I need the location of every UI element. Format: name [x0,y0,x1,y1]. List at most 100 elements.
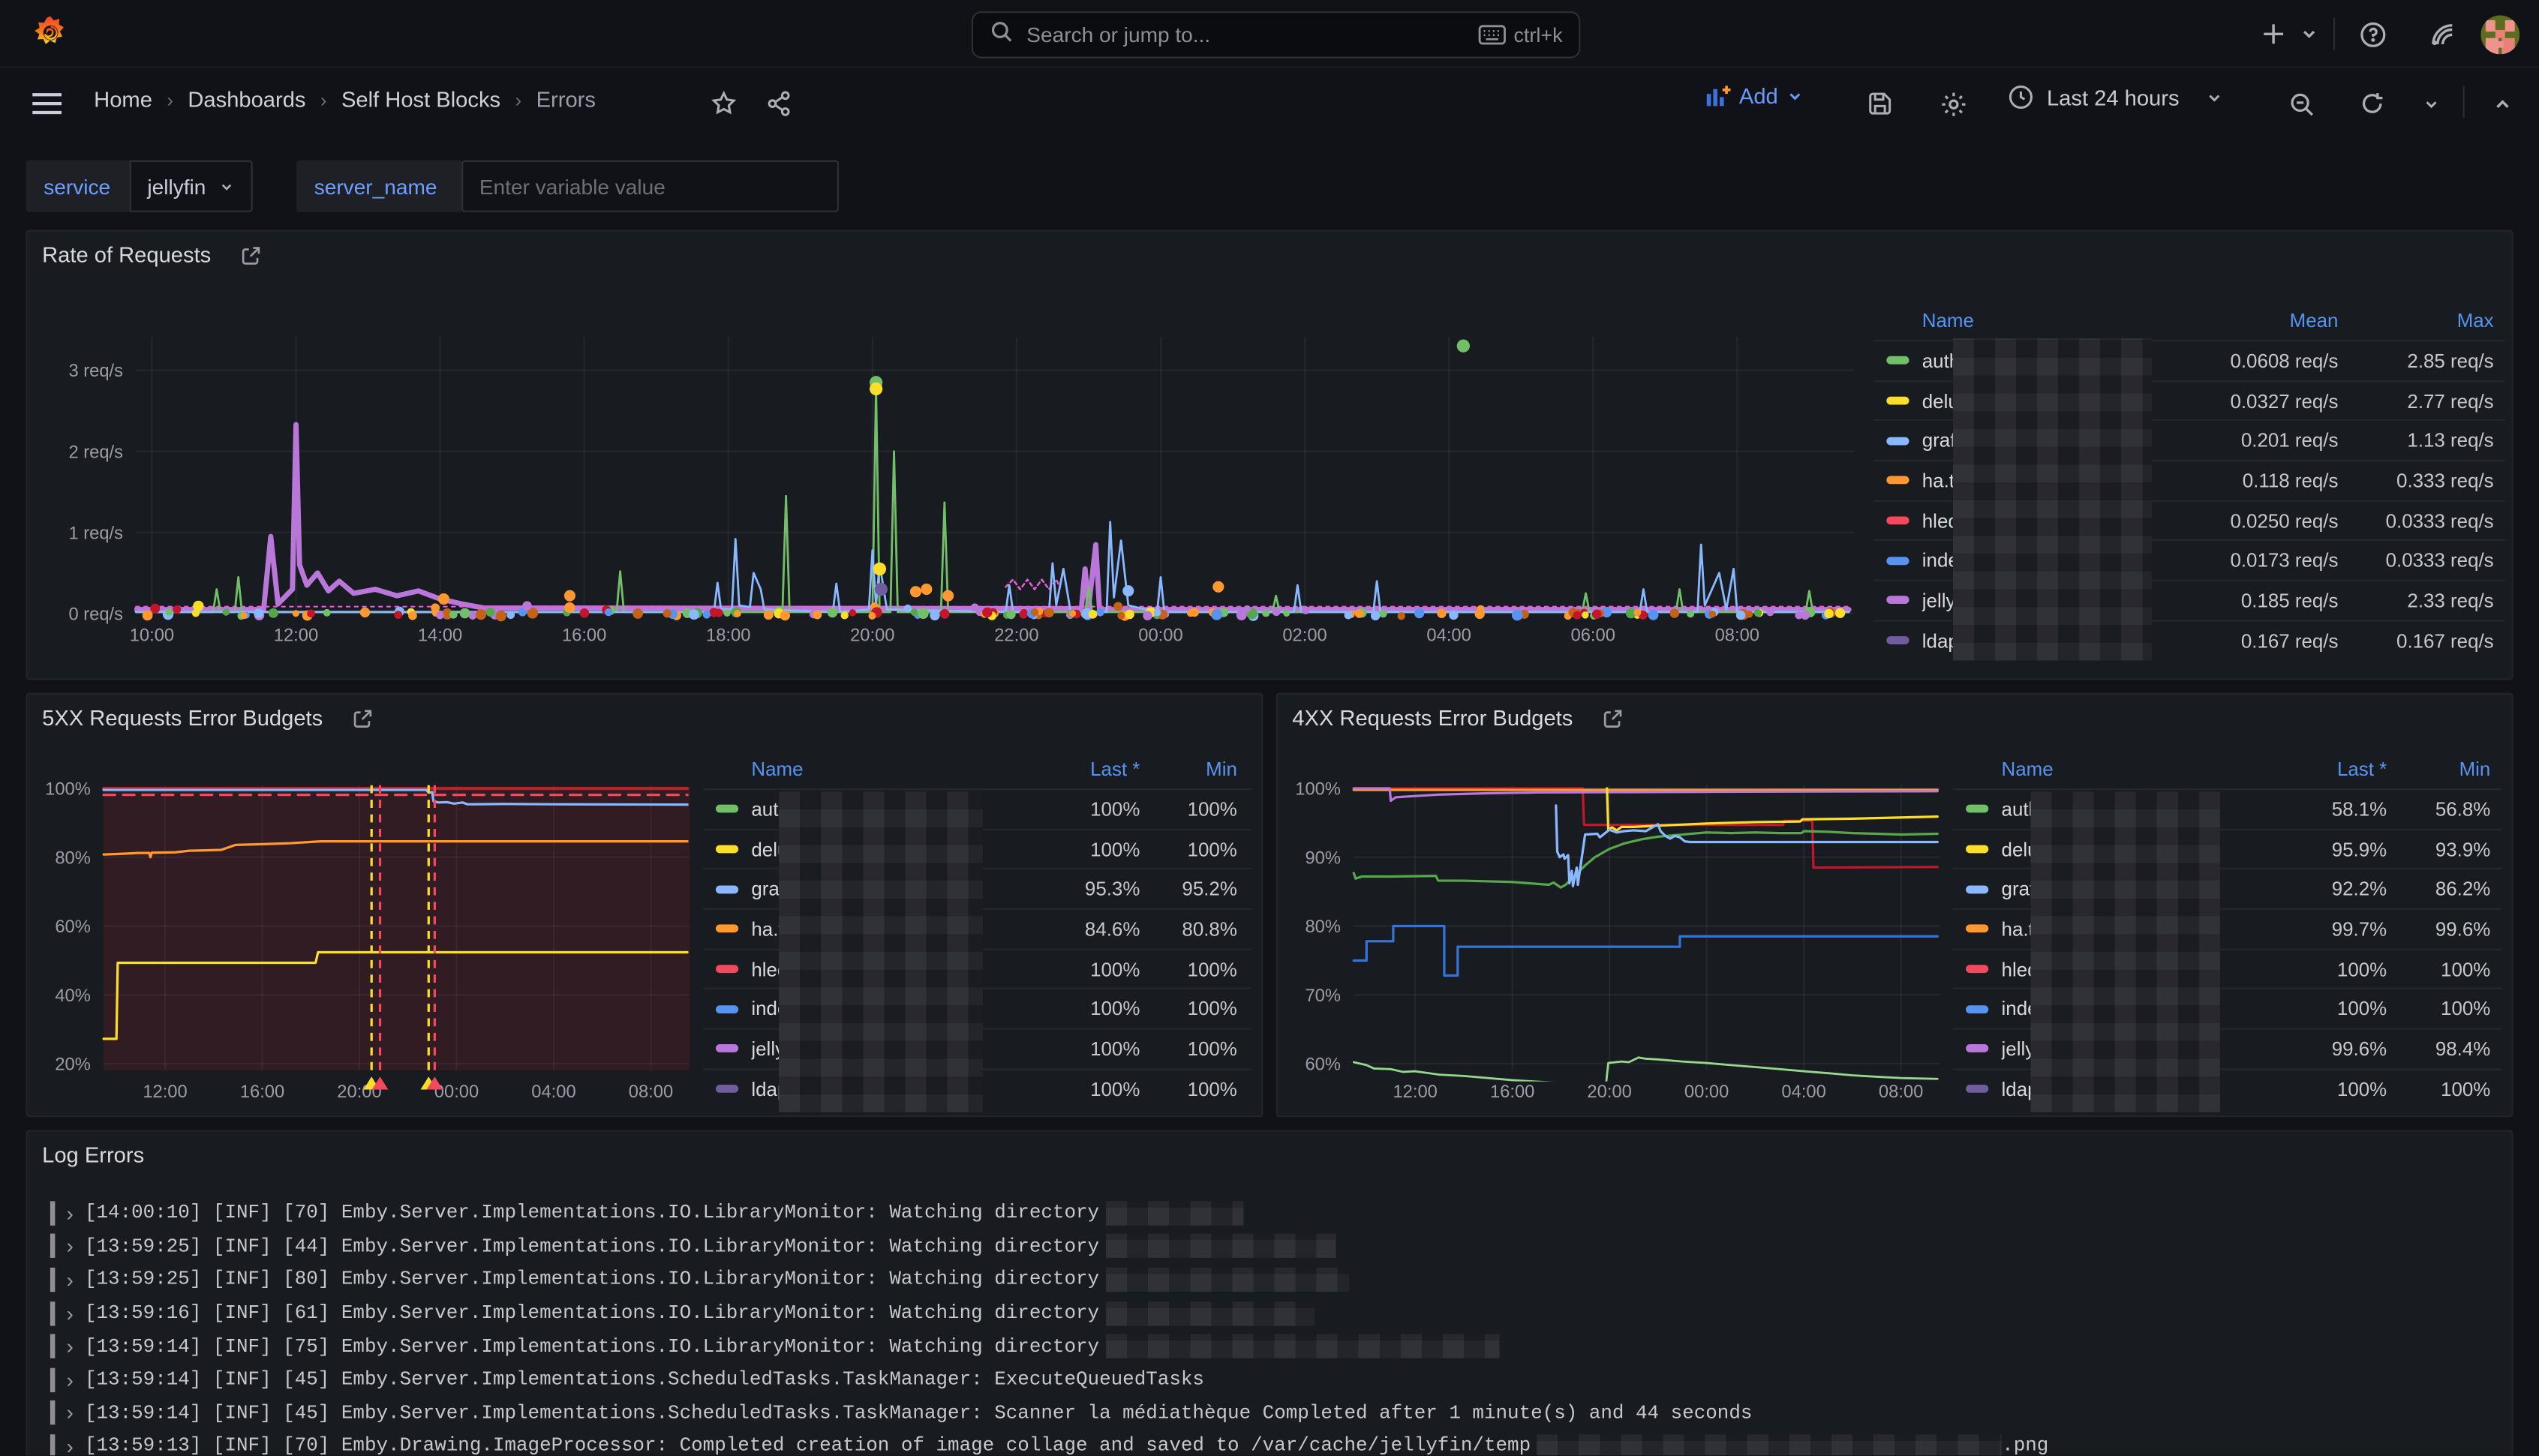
legend-col-last[interactable]: Last * [1026,758,1140,780]
series-min: 100% [2387,998,2490,1020]
settings-gear-icon[interactable] [1935,86,1970,121]
err4xx-legend-header: Name Last * Min [1953,749,2502,788]
log-row[interactable]: › [13:59:16] [INF] [61] Emby.Server.Impl… [50,1296,2495,1329]
legend-col-min[interactable]: Min [2387,758,2490,780]
series-color-pill [1966,885,1988,893]
share-icon[interactable] [761,86,796,121]
service-variable-select[interactable]: jellyfin [130,161,253,212]
series-max: 0.0333 req/s [2338,549,2493,572]
series-max: 0.0333 req/s [2338,509,2493,532]
external-link-icon[interactable] [352,707,374,729]
time-range-picker[interactable]: Last 24 hours [2008,84,2223,110]
log-rows: › [14:00:10] [INF] [70] Emby.Server.Impl… [50,1196,2495,1455]
series-max: 0.167 req/s [2338,629,2493,652]
rate-of-requests-panel: Rate of Requests 10:0012:0014:0016:0018:… [26,230,2513,680]
svg-text:2 req/s: 2 req/s [68,443,123,462]
err5xx-panel-title[interactable]: 5XX Requests Error Budgets [42,706,374,730]
log-text: [14:00:10] [INF] [70] Emby.Server.Implem… [85,1202,1099,1224]
top-nav: Search or jump to... ctrl+k [0,0,2539,68]
save-dashboard-button[interactable] [1862,86,1897,121]
svg-text:08:00: 08:00 [629,1082,673,1102]
server-name-variable-label: server_name [296,161,461,212]
log-expand-chevron-icon[interactable]: › [66,1401,73,1425]
new-button[interactable] [2254,14,2293,53]
external-link-icon[interactable] [240,244,263,266]
log-expand-chevron-icon[interactable]: › [66,1301,73,1325]
series-color-pill [716,925,738,933]
log-expand-chevron-icon[interactable]: › [66,1234,73,1258]
svg-text:3 req/s: 3 req/s [68,362,123,381]
server-name-input[interactable]: Enter variable value [461,161,839,212]
log-expand-chevron-icon[interactable]: › [66,1268,73,1292]
err4xx-chart[interactable]: 12:0016:0020:0000:0004:0008:00100%90%80%… [1291,763,1955,1115]
time-chevron-down-icon [2205,89,2223,107]
series-mean: 0.185 req/s [2189,590,2339,612]
refresh-interval-chevron-icon[interactable] [2413,86,2448,121]
series-last: 100% [1026,1037,1140,1060]
add-panel-button[interactable]: Add [1705,84,1804,108]
series-color-pill [716,1045,738,1053]
err5xx-panel: 5XX Requests Error Budgets 12:0016:0020:… [26,693,1263,1117]
menu-hamburger-icon[interactable] [29,86,65,121]
svg-text:80%: 80% [1305,917,1341,937]
svg-text:100%: 100% [1295,780,1341,800]
err5xx-chart[interactable]: 12:0016:0020:0000:0004:0008:00100%80%60%… [41,763,705,1115]
legend-col-name[interactable]: Name [2002,758,2274,780]
svg-text:00:00: 00:00 [1138,626,1182,646]
new-chevron-down-icon[interactable] [2290,14,2329,53]
series-mean: 0.0608 req/s [2189,350,2339,372]
redacted-names-overlay [2030,791,2220,1112]
rate-panel-title[interactable]: Rate of Requests [42,243,263,267]
log-expand-chevron-icon[interactable]: › [66,1201,73,1225]
log-row[interactable]: › [13:59:14] [INF] [75] Emby.Server.Impl… [50,1330,2495,1363]
log-row[interactable]: › [13:59:25] [INF] [80] Emby.Server.Impl… [50,1263,2495,1296]
log-expand-chevron-icon[interactable]: › [66,1334,73,1358]
legend-col-name[interactable]: Name [751,758,1026,780]
log-expand-chevron-icon[interactable]: › [66,1367,73,1391]
log-row[interactable]: › [13:59:25] [INF] [44] Emby.Server.Impl… [50,1229,2495,1262]
legend-col-name[interactable]: Name [1922,309,2189,332]
breadcrumb-folder[interactable]: Self Host Blocks [341,88,500,112]
svg-text:12:00: 12:00 [1393,1082,1437,1102]
log-text: [13:59:14] [INF] [45] Emby.Server.Implem… [85,1368,1204,1391]
log-redacted-segment [1106,1234,1336,1258]
log-row[interactable]: › [13:59:14] [INF] [45] Emby.Server.Impl… [50,1363,2495,1396]
log-row[interactable]: › [13:59:14] [INF] [45] Emby.Server.Impl… [50,1397,2495,1430]
zoom-out-icon[interactable] [2283,86,2318,121]
err4xx-panel-title[interactable]: 4XX Requests Error Budgets [1292,706,1624,730]
series-last: 99.7% [2273,917,2387,940]
legend-col-min[interactable]: Min [1140,758,1236,780]
log-text: [13:59:25] [INF] [80] Emby.Server.Implem… [85,1268,1099,1291]
breadcrumb-home[interactable]: Home [94,88,152,112]
dashboard-toolbar: Home› Dashboards› Self Host Blocks› Erro… [0,68,2539,137]
user-avatar[interactable] [2480,14,2519,53]
log-row[interactable]: › [13:59:13] [INF] [70] Emby.Drawing.Ima… [50,1430,2495,1455]
refresh-icon[interactable] [2354,86,2390,121]
series-last: 100% [1026,838,1140,860]
legend-col-mean[interactable]: Mean [2189,309,2339,332]
logs-panel-title[interactable]: Log Errors [42,1143,144,1167]
svg-text:18:00: 18:00 [706,626,750,646]
series-color-pill [1886,596,1909,605]
legend-col-last[interactable]: Last * [2273,758,2387,780]
err4xx-panel: 4XX Requests Error Budgets 12:0016:0020:… [1276,693,2513,1117]
favorite-star-icon[interactable] [706,86,741,121]
series-color-pill [1886,437,1909,445]
series-last: 58.1% [2273,798,2387,821]
grafana-logo-icon[interactable] [31,14,70,53]
service-variable-label: service [26,161,130,212]
news-rss-icon[interactable] [2423,14,2462,53]
collapse-caret-up-icon[interactable] [2484,86,2519,121]
legend-col-max[interactable]: Max [2338,309,2493,332]
svg-text:20:00: 20:00 [1587,1082,1631,1102]
help-icon[interactable] [2353,14,2392,53]
external-link-icon[interactable] [1602,707,1624,729]
series-color-pill [1966,965,1988,973]
log-redacted-segment [1106,1201,1243,1225]
breadcrumb-dashboards[interactable]: Dashboards [188,88,305,112]
log-expand-chevron-icon[interactable]: › [66,1434,73,1455]
series-mean: 0.118 req/s [2189,470,2339,492]
search-input[interactable]: Search or jump to... ctrl+k [972,11,1580,59]
search-icon [990,19,1014,51]
log-row[interactable]: › [14:00:10] [INF] [70] Emby.Server.Impl… [50,1196,2495,1229]
